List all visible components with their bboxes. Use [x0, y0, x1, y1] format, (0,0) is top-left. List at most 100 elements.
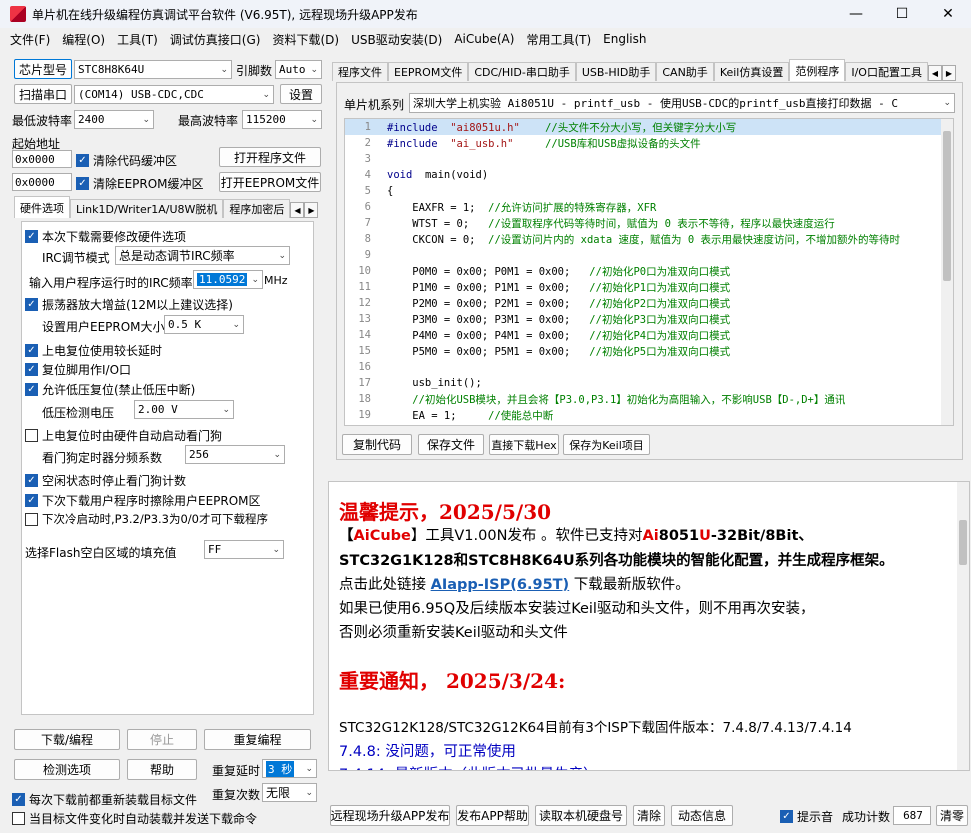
save-keil-project-button[interactable]: 保存为Keil项目: [563, 434, 650, 455]
sound-checkbox[interactable]: ✓ 提示音: [780, 808, 833, 825]
code-text: {: [387, 185, 394, 197]
irc-mode-select[interactable]: 总是动态调节IRC频率 ⌄: [115, 246, 290, 265]
menu-common-tools[interactable]: 常用工具(T): [520, 31, 597, 48]
tab-io-config[interactable]: I/O口配置工具: [845, 62, 928, 81]
lvd-select[interactable]: 2.00 V ⌄: [134, 400, 234, 419]
code-line: 13 P3M0 = 0x00; P3M1 = 0x00; //初始化P3口为准双…: [358, 313, 731, 326]
tab-scroll-left-icon[interactable]: ◀: [927, 65, 942, 81]
eeprom-size-select[interactable]: 0.5 K ⌄: [164, 315, 244, 334]
copy-code-button[interactable]: 复制代码: [342, 434, 412, 455]
tab-keil-sim[interactable]: Keil仿真设置: [713, 62, 790, 81]
save-file-button[interactable]: 保存文件: [418, 434, 484, 455]
menu-download[interactable]: 资料下载(D): [266, 31, 345, 48]
tab-eeprom-file[interactable]: EEPROM文件: [388, 62, 469, 81]
port-select[interactable]: (COM14) USB-CDC,CDC ⌄: [74, 85, 274, 104]
menu-tools[interactable]: 工具(T): [111, 31, 164, 48]
remote-upgrade-button[interactable]: 远程现场升级APP发布: [330, 805, 450, 826]
p32-p33-checkbox[interactable]: 下次冷启动时,P3.2/P3.3为0/0才可下载程序: [25, 511, 268, 527]
irc-freq-select[interactable]: 11.0592 ⌄: [193, 270, 263, 289]
clear-code-buffer-checkbox[interactable]: ✓ 清除代码缓冲区: [76, 152, 177, 169]
download-link[interactable]: AIapp-ISP(6.95T): [431, 577, 570, 593]
irc-freq-value: 11.0592: [197, 273, 248, 286]
code-text: usb_init();: [387, 377, 482, 389]
maximize-button[interactable]: ☐: [879, 0, 925, 28]
pins-select[interactable]: Auto ⌄: [275, 60, 322, 79]
code-text: //初始化USB模块，并且会将【P3.0,P3.1】初始化为高阻输入，不影响US…: [412, 393, 846, 406]
scrollbar-thumb[interactable]: [959, 520, 967, 565]
wdt-div-select[interactable]: 256 ⌄: [185, 445, 285, 464]
tab-usb-hid[interactable]: USB-HID助手: [575, 62, 657, 81]
notice-line-7414: 7.4.14: 最新版本（此版本已批量生产）: [339, 763, 598, 770]
reset-count-button[interactable]: 清零: [936, 805, 968, 826]
dynamic-info-button[interactable]: 动态信息: [671, 805, 733, 826]
menu-aicube[interactable]: AiCube(A): [448, 32, 520, 46]
tab-scroll-right-icon[interactable]: ▶: [941, 65, 956, 81]
fill-value-select[interactable]: FF ⌄: [204, 540, 284, 559]
open-eeprom-file-button[interactable]: 打开EEPROM文件: [219, 172, 321, 192]
erase-eeprom-checkbox[interactable]: ✓ 下次下载用户程序时擦除用户EEPROM区: [25, 492, 261, 509]
chevron-down-icon: ⌄: [220, 64, 228, 75]
lvr-checkbox[interactable]: ✓ 允许低压复位(禁止低压中断): [25, 381, 195, 398]
notice-line-748: 7.4.8: 没问题，可正常使用: [339, 744, 516, 760]
tab-scroll-right-icon[interactable]: ▶: [304, 202, 319, 218]
menu-file[interactable]: 文件(F): [4, 31, 56, 48]
min-baud-select[interactable]: 2400 ⌄: [74, 110, 154, 129]
tab-program-file[interactable]: 程序文件: [332, 62, 388, 81]
tab-encryption[interactable]: 程序加密后: [223, 199, 291, 218]
clear-eeprom-buffer-checkbox[interactable]: ✓ 清除EEPROM缓冲区: [76, 175, 204, 192]
code-scrollbar[interactable]: [941, 119, 953, 425]
scrollbar-thumb[interactable]: [943, 131, 951, 281]
menu-usb-driver[interactable]: USB驱动安装(D): [345, 31, 448, 48]
clear-button[interactable]: 清除: [633, 805, 665, 826]
tab-examples[interactable]: 范例程序: [789, 59, 846, 81]
fill-value-label: 选择Flash空白区域的填充值: [25, 546, 177, 560]
example-select[interactable]: 深圳大学上机实验 Ai8051U - printf_usb - 使用USB-CD…: [409, 93, 955, 113]
reset-pin-io-label: 复位脚用作I/O口: [42, 363, 132, 377]
code-start-address-input[interactable]: 0x0000: [12, 150, 72, 168]
tab-cdc-hid-serial[interactable]: CDC/HID-串口助手: [468, 62, 576, 81]
minimize-button[interactable]: —: [833, 0, 879, 28]
idle-wdt-checkbox[interactable]: ✓ 空闲状态时停止看门狗计数: [25, 472, 186, 489]
wdt-auto-checkbox[interactable]: 上电复位时由硬件自动启动看门狗: [25, 427, 222, 444]
code-editor[interactable]: 1 #include "ai8051u.h" //头文件不分大小写，但关键字分大小…: [344, 118, 954, 426]
download-hex-button[interactable]: 直接下载Hex: [489, 434, 559, 455]
menu-program[interactable]: 编程(O): [56, 31, 111, 48]
eeprom-start-address-input[interactable]: 0x0000: [12, 173, 72, 191]
long-delay-checkbox[interactable]: ✓ 上电复位使用较长延时: [25, 342, 162, 359]
tab-scroll-left-icon[interactable]: ◀: [290, 202, 305, 218]
max-baud-select[interactable]: 115200 ⌄: [242, 110, 322, 129]
reset-pin-io-checkbox[interactable]: ✓ 复位脚用作I/O口: [25, 361, 131, 378]
auto-send-checkbox[interactable]: 当目标文件变化时自动装载并发送下载命令: [12, 810, 257, 827]
repeat-program-button[interactable]: 重复编程: [204, 729, 311, 750]
scan-port-button[interactable]: 扫描串口: [14, 84, 72, 104]
check-options-button[interactable]: 检测选项: [14, 759, 120, 780]
osc-gain-checkbox[interactable]: ✓ 振荡器放大增益(12M以上建议选择): [25, 296, 233, 313]
notice-scrollbar[interactable]: [957, 482, 969, 770]
tab-hardware-options[interactable]: 硬件选项: [14, 196, 70, 218]
read-disk-id-button[interactable]: 读取本机硬盘号: [535, 805, 627, 826]
code-text: P4M0 = 0x00; P4M1 = 0x00; //初始化P4口为准双向口模…: [387, 329, 731, 342]
modify-hw-checkbox[interactable]: ✓ 本次下载需要修改硬件选项: [25, 228, 186, 245]
menu-debug[interactable]: 调试仿真接口(G): [164, 31, 267, 48]
menu-english[interactable]: English: [597, 32, 652, 46]
long-delay-label: 上电复位使用较长延时: [42, 344, 163, 358]
stop-button[interactable]: 停止: [127, 729, 197, 750]
help-button[interactable]: 帮助: [127, 759, 197, 780]
code-text: void main(void): [387, 169, 489, 181]
close-button[interactable]: ✕: [925, 0, 971, 28]
open-program-file-button[interactable]: 打开程序文件: [219, 147, 321, 167]
repeat-count-select[interactable]: 无限 ⌄: [262, 783, 317, 802]
download-program-button[interactable]: 下载/编程: [14, 729, 120, 750]
tab-link1d-offline[interactable]: Link1D/Writer1A/U8W脱机: [70, 199, 224, 218]
code-text: #include "ai_usb.h" //USB库和USB虚拟设备的头文件: [387, 137, 701, 150]
eeprom-size-value: 0.5 K: [168, 318, 202, 331]
repeat-delay-select[interactable]: 3 秒 ⌄: [262, 759, 317, 778]
p32-p33-label: 下次冷启动时,P3.2/P3.3为0/0才可下载程序: [42, 512, 268, 526]
reload-file-checkbox[interactable]: ✓ 每次下载前都重新装载目标文件: [12, 791, 197, 808]
osc-gain-label: 振荡器放大增益(12M以上建议选择): [42, 298, 233, 312]
tab-can[interactable]: CAN助手: [656, 62, 714, 81]
settings-button[interactable]: 设置: [280, 84, 322, 104]
chip-model-select[interactable]: STC8H8K64U ⌄: [74, 60, 232, 79]
chip-model-button[interactable]: 芯片型号: [14, 59, 72, 79]
app-help-button[interactable]: 发布APP帮助: [456, 805, 529, 826]
